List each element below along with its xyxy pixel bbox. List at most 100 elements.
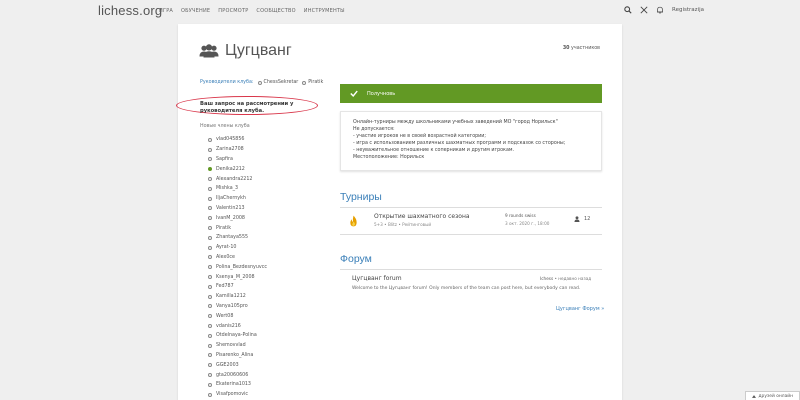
bell-icon[interactable] [656,6,664,14]
leader-name[interactable]: Piratik [308,80,323,85]
divider [340,269,602,270]
member-item[interactable]: Mishka_3 [208,184,267,194]
offline-dot-icon [208,245,212,250]
offline-dot-icon [208,177,212,182]
member-name[interactable]: gta20060606 [216,373,248,378]
member-name[interactable]: Ayrat-10 [216,245,236,250]
tournament-players: 12 [574,216,590,222]
member-item[interactable]: GGE2003 [208,360,267,370]
member-item[interactable]: Wert08 [208,311,267,321]
forum-heading[interactable]: Форум [340,253,372,265]
member-name[interactable]: vlad045856 [216,137,244,142]
site-logo[interactable]: lichess.org [98,3,162,18]
member-name[interactable]: Alexandra2212 [216,177,252,182]
tournament-meta: 5+3 • Blitz • Рейтинговый [374,222,432,227]
member-name[interactable]: Vanya105pro [216,304,248,309]
member-item[interactable]: vlad045856 [208,135,267,145]
member-item[interactable]: Ayrat-10 [208,243,267,253]
member-name[interactable]: Zhantaya555 [216,235,248,240]
offline-dot-icon [208,284,212,289]
member-item[interactable]: Zarina2708 [208,145,267,155]
member-name[interactable]: IvanM_2008 [216,216,245,221]
member-item[interactable]: Kamilla1212 [208,292,267,302]
member-name[interactable]: Ksenya_M_2008 [216,275,255,280]
nav-learn[interactable]: ОБУЧЕНИЕ [181,8,210,14]
offline-dot-icon [208,275,212,280]
friends-label: друзей онлайн [758,393,793,399]
description-line: - игра с использованием различных шахмат… [353,140,566,146]
member-item[interactable]: Visafpomovic [208,390,267,400]
member-name[interactable]: GGE2003 [216,363,239,368]
swords-icon[interactable] [640,6,648,14]
member-item[interactable]: gta20060606 [208,370,267,380]
member-item[interactable]: Ksenya_M_2008 [208,272,267,282]
member-name[interactable]: Valentin213 [216,206,245,211]
description-line: Не допускается: [353,126,395,132]
member-name[interactable]: Pisarenko_Alina [216,353,253,358]
member-item[interactable]: Valentin213 [208,204,267,214]
offline-dot-icon [208,343,212,348]
friends-online-toggle[interactable]: друзей онлайн [744,391,800,400]
member-item[interactable]: IljaChernykh [208,194,267,204]
member-item[interactable]: Sapfira [208,155,267,165]
member-name[interactable]: Zarina2708 [216,147,244,152]
nav-community[interactable]: СООБЩЕСТВО [256,8,295,14]
offline-dot-icon [208,235,212,240]
offline-dot-icon [208,226,212,231]
member-item[interactable]: Alexandra2212 [208,174,267,184]
member-name[interactable]: Denika2212 [216,167,245,172]
leader-name[interactable]: ChessSekretar [264,80,299,85]
member-item[interactable]: Fed787 [208,282,267,292]
member-item[interactable]: Zhantaya555 [208,233,267,243]
tournament-name[interactable]: Открытие шахматного сезона [374,213,470,220]
member-name[interactable]: Visafpomovic [216,392,248,397]
member-name[interactable]: vdanis216 [216,324,241,329]
leader-item[interactable]: Piratik [302,80,323,85]
member-name[interactable]: Fed787 [216,284,234,289]
member-name[interactable]: Kamilla1212 [216,294,246,299]
member-item[interactable]: Shemovvlad [208,341,267,351]
member-item[interactable]: IvanM_2008 [208,213,267,223]
nav-tools[interactable]: ИНСТРУМЕНТЫ [304,8,345,14]
member-name[interactable]: Polina_Bezdesnyuvcc [216,265,267,270]
member-item[interactable]: Ekaterina1013 [208,380,267,390]
member-item[interactable]: Alex0ce [208,253,267,263]
nav-play[interactable]: ИГРА [159,8,173,14]
club-leaders: Руководители клуба: ChessSekretar Pirati… [200,80,323,85]
user-icon [574,216,580,222]
signin-link[interactable]: Registrazija [672,7,704,13]
member-item[interactable]: Pisarenko_Alina [208,351,267,361]
member-name[interactable]: Sapfira [216,157,233,162]
forum-link[interactable]: Цугцванг Форум » [556,306,604,312]
join-status-banner[interactable]: Получновь [340,84,602,103]
member-item[interactable]: Otdelnaya-Polina [208,331,267,341]
players-count: 12 [584,216,591,222]
description-line: - неуважительное отношение к соперникам … [353,147,515,153]
nav-watch[interactable]: ПРОСМОТР [218,8,248,14]
member-item[interactable]: vdanis216 [208,321,267,331]
member-name[interactable]: Otdelnaya-Polina [216,333,257,338]
member-item[interactable]: Polina_Bezdesnyuvcc [208,262,267,272]
forum-author[interactable]: Ichess [540,276,553,281]
member-name[interactable]: Shemovvlad [216,343,246,348]
member-item[interactable]: Vanya105pro [208,302,267,312]
tournament-row[interactable]: Открытие шахматного сезона 5+3 • Blitz •… [340,211,602,233]
divider [340,207,602,208]
member-name[interactable]: Mishka_3 [216,186,238,191]
forum-name[interactable]: Цугцванг forum [352,275,402,282]
club-page: Цугцванг 30 участников Руководители клуб… [176,24,622,400]
main-nav: ИГРА ОБУЧЕНИЕ ПРОСМОТР СООБЩЕСТВО ИНСТРУ… [159,8,345,14]
member-name[interactable]: Piratik [216,226,231,231]
member-item[interactable]: Denika2212 [208,164,267,174]
header-tools: Registrazija [624,6,704,14]
tournaments-heading[interactable]: Турниры [340,191,382,203]
member-name[interactable]: IljaChernykh [216,196,246,201]
offline-dot-icon [208,137,212,142]
leader-item[interactable]: ChessSekretar [257,80,299,85]
member-name[interactable]: Alex0ce [216,255,235,260]
member-name[interactable]: Ekaterina1013 [216,382,251,387]
search-icon[interactable] [624,6,632,14]
member-name[interactable]: Wert08 [216,314,233,319]
member-item[interactable]: Piratik [208,223,267,233]
group-icon [199,44,219,58]
